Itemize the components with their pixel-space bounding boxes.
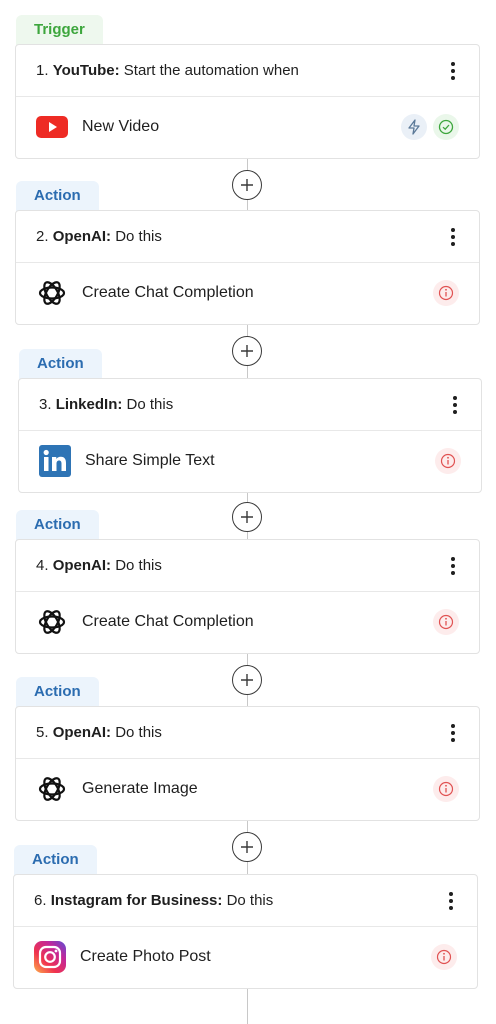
check-icon [433,114,459,140]
step-title: 3. LinkedIn: Do this [39,396,174,413]
step-header[interactable]: 2. OpenAI: Do this [16,211,479,263]
step-card-1[interactable]: 1. YouTube: Start the automation when Ne… [15,44,480,159]
add-step-button[interactable] [232,336,262,366]
step-event-row[interactable]: New Video [16,97,479,157]
add-step-button[interactable] [232,832,262,862]
step-title: 1. YouTube: Start the automation when [36,62,299,79]
event-name: Create Chat Completion [82,284,254,301]
more-options-icon[interactable] [443,554,463,578]
openai-icon [36,277,68,309]
add-step-button[interactable] [232,665,262,695]
step-card-3[interactable]: 3. LinkedIn: Do this Share Simple Text [18,378,482,493]
event-name: New Video [82,118,160,135]
info-icon[interactable] [433,776,459,802]
more-options-icon[interactable] [445,393,465,417]
step-card-4[interactable]: 4. OpenAI: Do this Create Chat Completio… [15,539,480,654]
step-event-row[interactable]: Share Simple Text [19,431,481,491]
step-title: 4. OpenAI: Do this [36,557,162,574]
step-event-row[interactable]: Generate Image [16,759,479,819]
event-name: Create Photo Post [80,948,211,965]
action-badge: Action [16,510,99,540]
connector-line [247,989,248,1024]
step-header[interactable]: 3. LinkedIn: Do this [19,379,481,431]
step-title: 6. Instagram for Business: Do this [34,892,274,909]
add-step-button[interactable] [232,170,262,200]
youtube-icon [36,111,68,143]
info-icon[interactable] [431,944,457,970]
more-options-icon[interactable] [443,721,463,745]
event-name: Generate Image [82,780,198,797]
bolt-icon[interactable] [401,114,427,140]
trigger-badge: Trigger [16,15,103,45]
automation-canvas: Trigger 1. YouTube: Start the automation… [0,0,496,1024]
step-title: 5. OpenAI: Do this [36,724,162,741]
more-options-icon[interactable] [443,225,463,249]
step-card-2[interactable]: 2. OpenAI: Do this Create Chat Completio… [15,210,480,325]
instagram-icon [34,941,66,973]
more-options-icon[interactable] [441,889,461,913]
step-event-row[interactable]: Create Chat Completion [16,263,479,323]
step-card-5[interactable]: 5. OpenAI: Do this Generate Image [15,706,480,821]
openai-icon [36,773,68,805]
info-icon[interactable] [435,448,461,474]
action-badge: Action [16,677,99,707]
event-name: Share Simple Text [85,452,215,469]
event-name: Create Chat Completion [82,613,254,630]
action-badge: Action [19,349,102,379]
step-title: 2. OpenAI: Do this [36,228,162,245]
step-header[interactable]: 6. Instagram for Business: Do this [14,875,477,927]
step-event-row[interactable]: Create Chat Completion [16,592,479,652]
step-header[interactable]: 4. OpenAI: Do this [16,540,479,592]
action-badge: Action [16,181,99,211]
linkedin-icon [39,445,71,477]
info-icon[interactable] [433,280,459,306]
step-card-6[interactable]: 6. Instagram for Business: Do this Creat… [13,874,478,989]
add-step-button[interactable] [232,502,262,532]
openai-icon [36,606,68,638]
step-event-row[interactable]: Create Photo Post [14,927,477,987]
step-header[interactable]: 5. OpenAI: Do this [16,707,479,759]
info-icon[interactable] [433,609,459,635]
action-badge: Action [14,845,97,875]
more-options-icon[interactable] [443,59,463,83]
step-header[interactable]: 1. YouTube: Start the automation when [16,45,479,97]
